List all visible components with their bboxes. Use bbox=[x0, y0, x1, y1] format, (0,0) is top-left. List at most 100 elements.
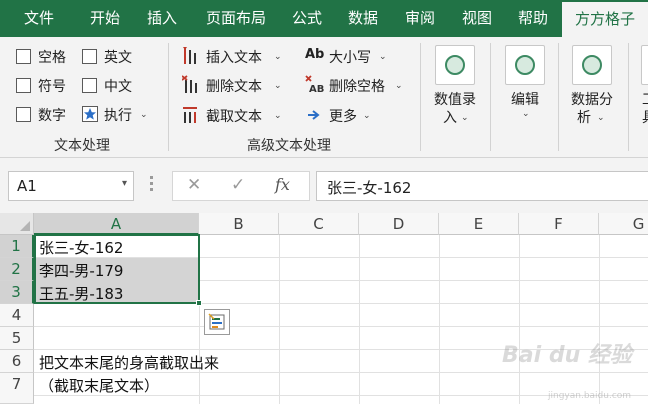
cut-text-button[interactable]: 截取文本 ⌄ bbox=[180, 103, 290, 127]
tools-icon bbox=[641, 45, 648, 85]
column-header-b[interactable]: B bbox=[199, 213, 279, 235]
group-label-advanced-text: 高级文本处理 bbox=[247, 138, 331, 154]
confirm-icon[interactable]: ✓ bbox=[231, 175, 245, 195]
numeric-entry-icon bbox=[435, 45, 475, 85]
fill-handle[interactable] bbox=[196, 300, 202, 306]
cell-a7[interactable]: （截取末尾文本） bbox=[39, 375, 159, 396]
numeric-entry-label: 数值录 bbox=[434, 92, 476, 108]
tab-page-layout[interactable]: 页面布局 bbox=[196, 0, 276, 37]
edit-button[interactable]: 编辑 ⌄ bbox=[498, 37, 552, 129]
more-button[interactable]: 更多 ⌄ bbox=[303, 103, 383, 127]
tab-help[interactable]: 帮助 bbox=[508, 0, 558, 37]
group-divider bbox=[628, 43, 629, 151]
numeric-entry-button[interactable]: 数值录 入 ⌄ bbox=[428, 37, 482, 129]
selection-border bbox=[34, 234, 200, 304]
gridline bbox=[359, 235, 360, 404]
formula-bar-grip-icon[interactable] bbox=[150, 176, 153, 194]
chevron-down-icon: ⌄ bbox=[363, 111, 371, 121]
formula-input[interactable]: 张三-女-162 bbox=[316, 171, 648, 201]
tab-view[interactable]: 视图 bbox=[452, 0, 502, 37]
tab-home[interactable]: 开始 bbox=[80, 0, 130, 37]
name-box-dropdown-icon[interactable]: ▾ bbox=[122, 178, 127, 189]
tools-button[interactable]: 工 具 bbox=[634, 37, 648, 129]
delete-space-label: 删除空格 bbox=[329, 79, 385, 95]
cancel-icon[interactable]: ✕ bbox=[187, 175, 201, 195]
row-header-7[interactable]: 7 bbox=[0, 373, 34, 404]
quick-analysis-button[interactable] bbox=[204, 309, 230, 335]
chevron-down-icon: ⌄ bbox=[522, 109, 530, 119]
tab-file[interactable]: 文件 bbox=[14, 0, 64, 37]
column-header-f[interactable]: F bbox=[519, 213, 599, 235]
tab-data[interactable]: 数据 bbox=[338, 0, 388, 37]
group-divider bbox=[420, 43, 421, 151]
checkbox-number[interactable] bbox=[16, 107, 31, 122]
row-header-6[interactable]: 6 bbox=[0, 350, 34, 373]
execute-button[interactable]: 执行 ⌄ bbox=[80, 103, 152, 125]
execute-button-label: 执行 bbox=[104, 108, 132, 124]
data-analysis-button[interactable]: 数据分 析 ⌄ bbox=[564, 37, 620, 129]
select-all-button[interactable] bbox=[0, 213, 34, 235]
star-icon bbox=[82, 106, 98, 122]
row-header-3[interactable]: 3 bbox=[0, 281, 34, 304]
insert-text-label: 插入文本 bbox=[206, 50, 262, 66]
insert-text-icon bbox=[183, 47, 196, 64]
column-header-d[interactable]: D bbox=[359, 213, 439, 235]
row-header-4[interactable]: 4 bbox=[0, 304, 34, 327]
checkbox-symbol-label: 符号 bbox=[38, 79, 66, 95]
row-header-2[interactable]: 2 bbox=[0, 258, 34, 281]
name-box[interactable]: A1 ▾ bbox=[8, 171, 134, 201]
gridline bbox=[34, 326, 648, 327]
checkbox-number-label: 数字 bbox=[38, 108, 66, 124]
ribbon-tab-bar: 文件 开始 插入 页面布局 公式 数据 审阅 视图 帮助 方方格子 bbox=[0, 0, 648, 37]
column-header-e[interactable]: E bbox=[439, 213, 519, 235]
group-label-text-processing: 文本处理 bbox=[54, 138, 110, 154]
watermark-logo: Bai du 经验 bbox=[502, 343, 632, 368]
column-header-a[interactable]: A bbox=[34, 213, 199, 235]
cut-text-label: 截取文本 bbox=[206, 109, 262, 125]
case-label: 大小写 bbox=[329, 50, 371, 66]
delete-text-icon bbox=[182, 75, 197, 93]
checkbox-space[interactable] bbox=[16, 49, 31, 64]
gridline bbox=[439, 235, 440, 404]
checkbox-symbol[interactable] bbox=[16, 78, 31, 93]
cell-a6[interactable]: 把文本末尾的身高截取出来 bbox=[39, 352, 219, 373]
checkbox-chinese[interactable] bbox=[82, 78, 97, 93]
group-divider bbox=[168, 43, 169, 151]
tools-label-2: 具 bbox=[642, 107, 648, 127]
gridline bbox=[519, 235, 520, 404]
tools-label: 工 bbox=[642, 89, 648, 109]
numeric-entry-label-2: 入 bbox=[443, 110, 457, 126]
delete-text-button[interactable]: 删除文本 ⌄ bbox=[180, 73, 290, 97]
insert-function-icon[interactable]: fx bbox=[275, 175, 290, 194]
checkbox-english[interactable] bbox=[82, 49, 97, 64]
delete-space-button[interactable]: AB 删除空格 ⌄ bbox=[303, 73, 413, 97]
svg-text:AB: AB bbox=[309, 84, 324, 95]
data-analysis-icon bbox=[572, 45, 612, 85]
data-analysis-label-2: 析 bbox=[577, 110, 591, 126]
quick-analysis-icon bbox=[208, 313, 225, 330]
group-divider bbox=[558, 43, 559, 151]
case-button[interactable]: Ab 大小写 ⌄ bbox=[303, 44, 403, 68]
chevron-down-icon: ⌄ bbox=[274, 81, 282, 91]
ribbon: 空格 英文 符号 中文 数字 执行 ⌄ 文本处理 插入文本 ⌄ 删除文本 ⌄ 截… bbox=[0, 37, 648, 158]
column-header-c[interactable]: C bbox=[279, 213, 359, 235]
tab-formulas[interactable]: 公式 bbox=[282, 0, 332, 37]
chevron-down-icon: ⌄ bbox=[461, 113, 469, 123]
tab-insert[interactable]: 插入 bbox=[137, 0, 187, 37]
formula-buttons: ✕ ✓ fx bbox=[172, 171, 310, 201]
gridline bbox=[599, 235, 600, 404]
tab-fangfang-gezi[interactable]: 方方格子 bbox=[562, 2, 648, 37]
row-header-5[interactable]: 5 bbox=[0, 327, 34, 350]
row-header-1[interactable]: 1 bbox=[0, 235, 34, 258]
edit-icon bbox=[505, 45, 545, 85]
worksheet-grid: A B C D E F G 1 2 3 4 5 6 7 张三-女-162 李四-… bbox=[0, 213, 648, 404]
chevron-down-icon: ⌄ bbox=[379, 52, 387, 62]
tab-review[interactable]: 审阅 bbox=[395, 0, 445, 37]
chevron-down-icon: ⌄ bbox=[140, 110, 148, 120]
group-divider bbox=[490, 43, 491, 151]
column-header-g[interactable]: G bbox=[599, 213, 648, 235]
gridline bbox=[279, 235, 280, 404]
insert-text-button[interactable]: 插入文本 ⌄ bbox=[180, 44, 290, 68]
arrow-right-icon bbox=[308, 110, 320, 120]
checkbox-chinese-label: 中文 bbox=[104, 79, 132, 95]
